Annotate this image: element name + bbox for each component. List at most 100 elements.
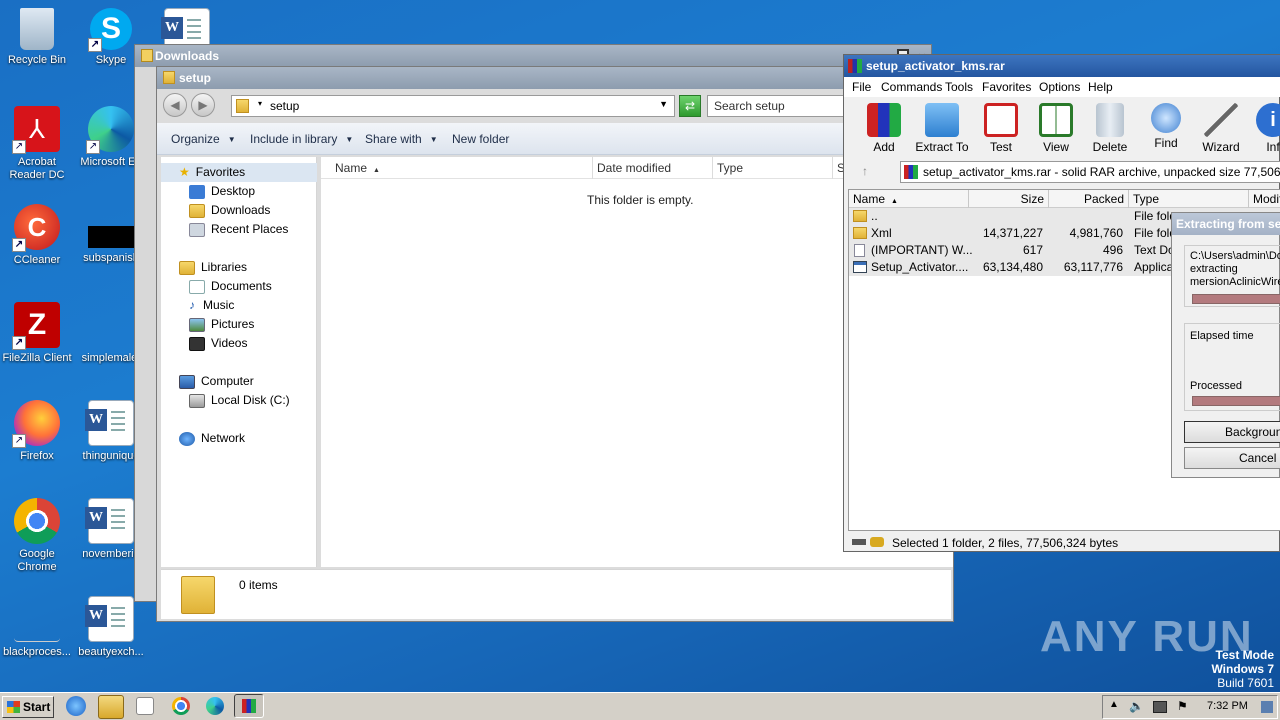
network-tray-icon[interactable]	[1153, 701, 1167, 713]
chevron-down-icon: ▼	[227, 135, 236, 145]
speaker-icon[interactable]: 🔈	[1129, 699, 1144, 713]
background-button[interactable]: Background	[1184, 421, 1280, 443]
delete-button[interactable]: Delete	[1080, 103, 1140, 154]
include-in-library-button[interactable]: Include in library ▼	[250, 132, 353, 146]
wizard-button[interactable]: Wizard	[1191, 103, 1251, 154]
view-button[interactable]: View	[1026, 103, 1086, 154]
explorer-titlebar[interactable]: setup	[157, 67, 953, 89]
forward-button[interactable]: ▶	[191, 93, 215, 117]
winrar-icon	[848, 59, 862, 73]
file-icon	[88, 302, 134, 348]
nav-computer[interactable]: Computer	[179, 372, 254, 391]
downloads-titlebar[interactable]: Downloads ✕	[135, 45, 931, 67]
nav-downloads[interactable]: Downloads	[189, 201, 270, 220]
info-button[interactable]: i Inf	[1243, 103, 1280, 154]
organize-button[interactable]: Organize ▼	[171, 132, 236, 146]
archive-path-field[interactable]: setup_activator_kms.rar - solid RAR arch…	[900, 161, 1280, 183]
details-pane: 0 items	[161, 569, 951, 619]
menu-commands[interactable]: Commands	[881, 77, 942, 97]
find-button[interactable]: Find	[1136, 103, 1196, 150]
sort-up-icon: ▲	[373, 167, 380, 174]
nav-network[interactable]: Network	[179, 429, 245, 448]
taskbar-explorer-icon[interactable]	[98, 695, 124, 719]
flag-icon[interactable]: ⚑	[1177, 699, 1188, 713]
nav-documents[interactable]: Documents	[189, 277, 272, 296]
desktop-icon-recycle-bin[interactable]: Recycle Bin	[0, 8, 74, 67]
column-modified[interactable]: Modif	[1249, 190, 1280, 208]
extract-dialog-titlebar[interactable]: Extracting from se	[1172, 213, 1280, 235]
clock[interactable]: 7:32 PM	[1207, 700, 1248, 712]
column-type[interactable]: Type	[1129, 190, 1249, 208]
nav-recent-places[interactable]: Recent Places	[189, 220, 288, 239]
nav-videos[interactable]: Videos	[189, 334, 247, 353]
menu-favorites[interactable]: Favorites	[982, 77, 1031, 97]
menu-file[interactable]: File	[852, 77, 871, 97]
refresh-button[interactable]: ⇄	[679, 95, 701, 117]
taskbar-ie-icon[interactable]	[66, 696, 86, 716]
cancel-button[interactable]: Cancel	[1184, 447, 1280, 469]
explorer-window[interactable]: setup ◀ ▶ ▾ setup ▼ ⇄ Search setup Organ…	[156, 66, 957, 622]
extract-to-button[interactable]: Extract To	[912, 103, 972, 154]
skype-icon: S ↗	[88, 8, 132, 52]
nav-libraries[interactable]: Libraries	[179, 258, 247, 277]
nav-music[interactable]: ♪ Music	[189, 296, 234, 315]
taskbar-media-player-icon[interactable]	[136, 697, 154, 715]
desktop-icon-acrobat[interactable]: ⅄ ↗ Acrobat Reader DC	[0, 106, 74, 182]
up-arrow-icon[interactable]: ↑	[862, 164, 868, 178]
nav-desktop[interactable]: Desktop	[189, 182, 255, 201]
menu-help[interactable]: Help	[1088, 77, 1113, 97]
add-archive-icon	[867, 103, 901, 137]
chevron-down-icon[interactable]: ▼	[659, 99, 668, 109]
firefox-icon: ↗	[12, 400, 60, 448]
column-packed[interactable]: Packed	[1049, 190, 1129, 208]
test-button[interactable]: Test	[971, 103, 1031, 154]
column-name[interactable]: Name ▲	[849, 190, 969, 208]
taskbar-winrar-icon[interactable]	[234, 694, 264, 718]
item-count: 0 items	[239, 578, 278, 592]
nav-local-disk[interactable]: Local Disk (C:)	[189, 391, 290, 410]
desktop-icon-label: beautyexch...	[78, 646, 144, 658]
show-desktop-icon[interactable]	[1261, 701, 1273, 713]
desktop-icon	[189, 184, 205, 199]
column-size[interactable]: Size	[969, 190, 1049, 208]
nav-pictures[interactable]: Pictures	[189, 315, 254, 334]
menu-tools[interactable]: Tools	[945, 77, 973, 97]
ccleaner-icon: C ↗	[12, 204, 60, 252]
taskbar-edge-icon[interactable]	[206, 697, 224, 715]
desktop-icon-filezilla[interactable]: Z ↗ FileZilla Client	[0, 302, 74, 365]
word-doc-icon	[85, 596, 134, 642]
column-date-modified[interactable]: Date modified	[593, 157, 713, 179]
taskbar-chrome-icon[interactable]	[172, 697, 190, 715]
back-button[interactable]: ◀	[163, 93, 187, 117]
chevron-down-icon: ▼	[429, 135, 438, 145]
desktop-icon-beautyexch[interactable]: beautyexch...	[74, 596, 148, 659]
desktop-icon-label: Firefox	[20, 450, 54, 462]
add-button[interactable]: Add	[854, 103, 914, 154]
desktop-icon-ccleaner[interactable]: C ↗ CCleaner	[0, 204, 74, 267]
menu-options[interactable]: Options	[1039, 77, 1080, 97]
share-with-button[interactable]: Share with ▼	[365, 132, 438, 146]
text-file-icon	[854, 244, 865, 257]
extract-target-path: C:\Users\admin\Do	[1190, 250, 1280, 262]
desktop-icon-chrome[interactable]: Google Chrome	[0, 498, 74, 574]
column-header-bar: Name ▲ Size Packed Type Modif	[849, 190, 1280, 208]
acrobat-icon: ⅄ ↗	[12, 106, 60, 154]
address-bar[interactable]: ▾ setup ▼	[231, 95, 675, 117]
winrar-titlebar[interactable]: setup_activator_kms.rar	[844, 55, 1280, 77]
nav-favorites[interactable]: ★ Favorites	[161, 163, 317, 182]
column-name[interactable]: Name ▲	[321, 157, 593, 179]
application-icon	[853, 261, 867, 273]
system-tray: ▲ 🔈 ⚑ 7:32 PM	[1102, 695, 1278, 719]
desktop-icon-blackproces[interactable]: blackproces...	[0, 596, 74, 659]
start-button[interactable]: Start	[2, 696, 54, 718]
tray-expand-icon[interactable]: ▲	[1109, 699, 1119, 710]
view-book-icon	[1039, 103, 1073, 137]
test-mode-label: Test Mode	[1215, 648, 1274, 662]
desktop-icon-firefox[interactable]: ↗ Firefox	[0, 400, 74, 463]
info-icon: i	[1256, 103, 1280, 137]
extract-dialog[interactable]: Extracting from se C:\Users\admin\Do ext…	[1171, 212, 1280, 478]
recent-places-icon	[189, 222, 205, 237]
new-folder-button[interactable]: New folder	[452, 132, 509, 146]
column-type[interactable]: Type	[713, 157, 833, 179]
test-mode-text: Test Mode Windows 7 Build 7601	[1211, 648, 1274, 690]
